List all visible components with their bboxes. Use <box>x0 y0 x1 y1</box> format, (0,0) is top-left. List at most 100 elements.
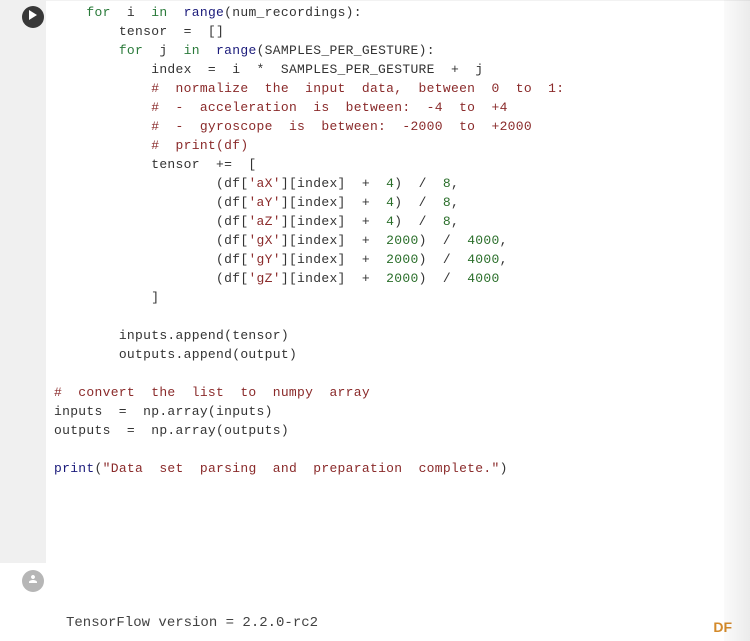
code-line: outputs = np.array(outputs) <box>54 421 712 440</box>
code-line <box>54 364 712 383</box>
run-button[interactable] <box>22 6 44 28</box>
code-token: (df[ <box>216 252 248 267</box>
code-token: , <box>500 252 508 267</box>
code-token: for <box>86 5 110 20</box>
code-token: range <box>216 43 257 58</box>
code-line: index = i * SAMPLES_PER_GESTURE + j <box>54 60 712 79</box>
code-token: for <box>119 43 143 58</box>
code-token: ][index] + <box>281 176 386 191</box>
code-token: 2000 <box>386 252 418 267</box>
code-line: inputs = np.array(inputs) <box>54 402 712 421</box>
code-token: 2000 <box>386 233 418 248</box>
code-token: outputs.append(output) <box>119 347 297 362</box>
code-token: "Data set parsing and preparation comple… <box>103 461 500 476</box>
code-token: 4000 <box>467 271 499 286</box>
code-token: 'aY' <box>248 195 280 210</box>
code-token: , <box>500 233 508 248</box>
output-line <box>66 631 740 641</box>
code-line: tensor = [] <box>54 22 712 41</box>
code-line <box>54 307 712 326</box>
code-token: ) / <box>394 195 443 210</box>
code-token: ( <box>95 461 103 476</box>
code-token: 8 <box>443 214 451 229</box>
code-area[interactable]: for i in range(num_recordings): tensor =… <box>46 3 720 478</box>
code-line: (df['aZ'][index] + 4) / 8, <box>54 212 712 231</box>
code-token: 4000 <box>467 252 499 267</box>
code-token: ) / <box>419 233 468 248</box>
code-token: 'gZ' <box>248 271 280 286</box>
code-line: # convert the list to numpy array <box>54 383 712 402</box>
play-icon <box>28 9 38 25</box>
code-token: (SAMPLES_PER_GESTURE): <box>257 43 435 58</box>
code-token: tensor += [ <box>151 157 256 172</box>
code-token: ) <box>500 461 508 476</box>
code-line: ] <box>54 288 712 307</box>
code-line: (df['aX'][index] + 4) / 8, <box>54 174 712 193</box>
output-area[interactable]: TensorFlow version = 2.2.0-rc2Processing… <box>66 568 740 638</box>
code-token: (df[ <box>216 233 248 248</box>
code-line <box>54 440 712 459</box>
code-line: print("Data set parsing and preparation … <box>54 459 712 478</box>
code-token: , <box>451 214 459 229</box>
code-token: ) / <box>394 176 443 191</box>
code-token: # convert the list to numpy array <box>54 385 370 400</box>
code-token: 2000 <box>386 271 418 286</box>
code-token: ] <box>151 290 159 305</box>
code-token: 'gX' <box>248 233 280 248</box>
code-line: # print(df) <box>54 136 712 155</box>
code-line: # - acceleration is between: -4 to +4 <box>54 98 712 117</box>
code-token: (df[ <box>216 176 248 191</box>
code-line: outputs.append(output) <box>54 345 712 364</box>
code-token: inputs = np.array(inputs) <box>54 404 273 419</box>
code-token: index = i * SAMPLES_PER_GESTURE + j <box>151 62 483 77</box>
code-token: , <box>451 176 459 191</box>
code-line: for i in range(num_recordings): <box>54 3 712 22</box>
cell-top-border <box>0 0 750 1</box>
code-token: i <box>111 5 152 20</box>
code-token: (df[ <box>216 195 248 210</box>
code-token: ][index] + <box>281 252 386 267</box>
code-token <box>200 43 216 58</box>
code-token: j <box>143 43 184 58</box>
code-token: # print(df) <box>151 138 248 153</box>
code-line: inputs.append(tensor) <box>54 326 712 345</box>
code-line: # - gyroscope is between: -2000 to +2000 <box>54 117 712 136</box>
code-token: 'aZ' <box>248 214 280 229</box>
code-line: (df['gX'][index] + 2000) / 4000, <box>54 231 712 250</box>
code-token: # - gyroscope is between: -2000 to +2000 <box>151 119 532 134</box>
output-line: TensorFlow version = 2.2.0-rc2 <box>66 612 740 631</box>
notebook-cell: for i in range(num_recordings): tensor =… <box>0 0 750 641</box>
code-token: range <box>184 5 225 20</box>
code-token: 'gY' <box>248 252 280 267</box>
right-shadow <box>724 0 750 641</box>
code-token: outputs = np.array(outputs) <box>54 423 289 438</box>
code-token: inputs.append(tensor) <box>119 328 289 343</box>
code-token: , <box>451 195 459 210</box>
code-token: ][index] + <box>281 214 386 229</box>
code-token: 8 <box>443 176 451 191</box>
code-token: in <box>151 5 167 20</box>
output-avatar <box>22 570 44 592</box>
code-token: ) / <box>394 214 443 229</box>
code-token: (num_recordings): <box>224 5 362 20</box>
user-icon <box>27 573 39 590</box>
code-token: print <box>54 461 95 476</box>
code-token: in <box>184 43 200 58</box>
code-line: # normalize the input data, between 0 to… <box>54 79 712 98</box>
code-token: ][index] + <box>281 233 386 248</box>
code-token: 'aX' <box>248 176 280 191</box>
code-token: 4000 <box>467 233 499 248</box>
code-token: ][index] + <box>281 195 386 210</box>
code-token: # - acceleration is between: -4 to +4 <box>151 100 507 115</box>
code-token: ) / <box>419 271 468 286</box>
code-line: (df['gY'][index] + 2000) / 4000, <box>54 250 712 269</box>
code-token: # normalize the input data, between 0 to… <box>151 81 564 96</box>
code-line: (df['gZ'][index] + 2000) / 4000 <box>54 269 712 288</box>
code-line: for j in range(SAMPLES_PER_GESTURE): <box>54 41 712 60</box>
code-token <box>167 5 183 20</box>
code-gutter <box>0 0 46 563</box>
code-line: (df['aY'][index] + 4) / 8, <box>54 193 712 212</box>
code-token: tensor = [] <box>119 24 224 39</box>
code-token: ) / <box>419 252 468 267</box>
code-token: 8 <box>443 195 451 210</box>
